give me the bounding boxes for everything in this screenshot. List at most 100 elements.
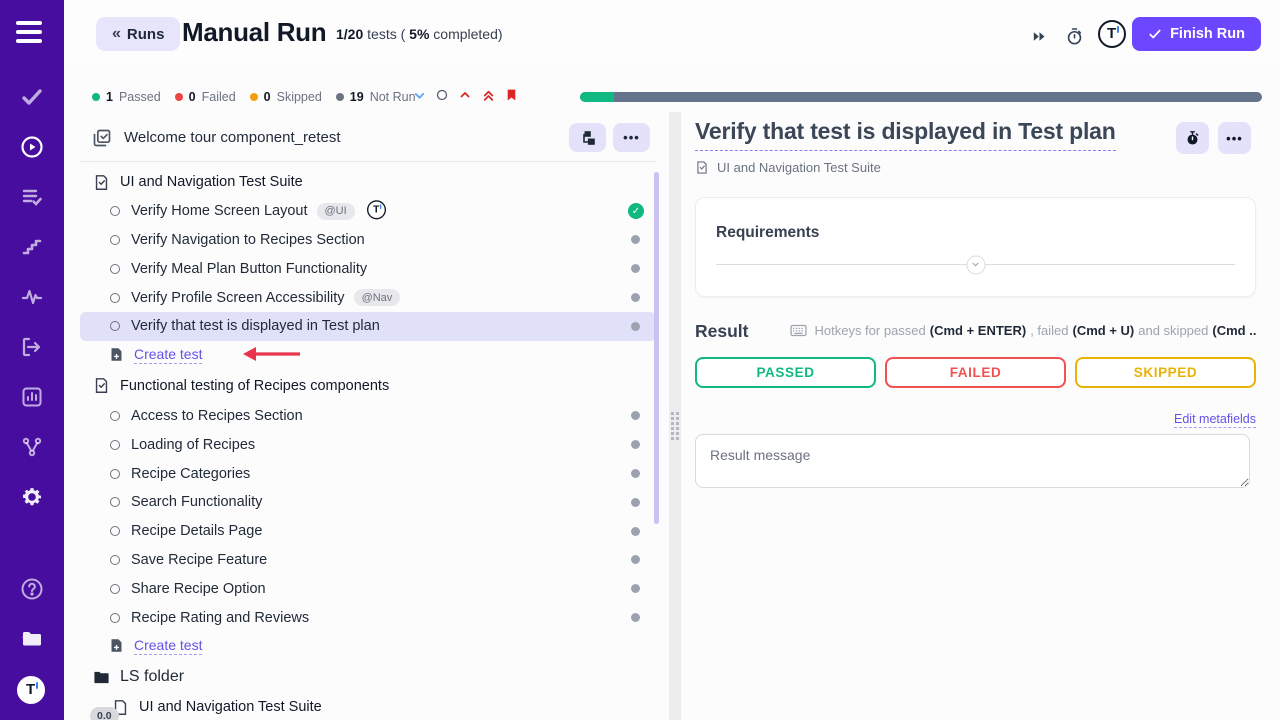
status-notrun-icon (631, 555, 640, 564)
metafields-row: Edit metafields (695, 410, 1256, 428)
suite-row[interactable]: UI and Navigation Test Suite (80, 168, 656, 197)
test-bullet-icon (110, 411, 120, 421)
skipped-dot-icon (250, 93, 258, 101)
activity-icon[interactable] (19, 284, 45, 310)
status-notrun-icon (631, 440, 640, 449)
test-row[interactable]: Verify Home Screen Layout @UI T ✓ (80, 197, 656, 226)
test-title: Search Functionality (131, 494, 262, 510)
runs-button-label: Runs (127, 26, 165, 43)
run-play-icon[interactable] (19, 134, 45, 160)
priority-filter-icons (412, 88, 518, 102)
detail-suite-breadcrumb[interactable]: UI and Navigation Test Suite (695, 160, 1256, 175)
test-bullet-icon (110, 206, 120, 216)
projects-folder-icon[interactable] (19, 626, 45, 652)
create-test-link[interactable]: Create test (134, 346, 202, 364)
stopwatch-filled-icon (1184, 130, 1201, 147)
run-progress-fill (580, 92, 614, 102)
timer-button[interactable] (1176, 122, 1209, 154)
brand-logo-icon[interactable]: T (17, 676, 47, 706)
finish-run-button[interactable]: Finish Run (1132, 17, 1261, 51)
folder-title: LS folder (120, 668, 184, 686)
tree-scrollbar[interactable] (654, 172, 659, 524)
test-title: Verify Meal Plan Button Functionality (131, 261, 367, 277)
test-row[interactable]: Save Recipe Feature (80, 546, 656, 575)
suite-file-check-icon (695, 160, 709, 175)
suite-row-clipped[interactable]: 0.0 UI and Navigation Test Suite (80, 693, 656, 720)
test-row[interactable]: Access to Recipes Section (80, 402, 656, 431)
run-count: 1/20 (336, 26, 363, 42)
skipped-button[interactable]: SKIPPED (1075, 357, 1256, 388)
suite-row[interactable]: Functional testing of Recipes components (80, 370, 656, 402)
test-row[interactable]: Loading of Recipes (80, 430, 656, 459)
test-bullet-icon (110, 584, 120, 594)
test-list-icon[interactable] (19, 184, 45, 210)
test-bullet-icon (110, 235, 120, 245)
test-row[interactable]: Verify Navigation to Recipes Section (80, 226, 656, 255)
run-progress-bar[interactable] (580, 92, 1262, 102)
fast-forward-icon[interactable] (1028, 26, 1050, 48)
app-root: T « Runs Manual Run 1/20 tests ( 5% comp… (0, 0, 1280, 720)
test-row[interactable]: Search Functionality (80, 488, 656, 517)
result-header: Result Hotkeys for passed (Cmd + ENTER) … (695, 321, 1256, 342)
tree-view-button[interactable] (569, 123, 606, 152)
test-row[interactable]: Recipe Rating and Reviews (80, 603, 656, 632)
statusbar: 1Passed 0Failed 0Skipped 19Not Run (64, 86, 1280, 110)
test-row[interactable]: Verify Meal Plan Button Functionality (80, 254, 656, 283)
suite-file-check-icon (93, 377, 110, 394)
import-icon[interactable] (19, 334, 45, 360)
page-title: Manual Run (182, 17, 326, 48)
tag-badge[interactable]: @Nav (354, 289, 401, 306)
status-passed-icon: ✓ (628, 203, 644, 219)
analytics-icon[interactable] (19, 384, 45, 410)
test-row[interactable]: Recipe Categories (80, 459, 656, 488)
menu-icon[interactable] (16, 16, 48, 48)
bookmark-icon[interactable] (504, 88, 518, 102)
suite-title: UI and Navigation Test Suite (139, 699, 322, 715)
test-row[interactable]: Share Recipe Option (80, 574, 656, 603)
collapse-chevron-icon[interactable] (966, 255, 985, 274)
create-test-row[interactable]: Create test (80, 341, 656, 370)
circle-icon[interactable] (435, 88, 449, 102)
double-chevron-left-icon: « (112, 25, 119, 43)
suite-title: UI and Navigation Test Suite (120, 174, 303, 190)
create-test-link[interactable]: Create test (134, 637, 202, 655)
status-notrun-icon (631, 411, 640, 420)
test-detail-title[interactable]: Verify that test is displayed in Test pl… (695, 118, 1116, 151)
tree-more-button[interactable]: ••• (613, 123, 650, 152)
help-icon[interactable] (19, 576, 45, 602)
test-title: Verify Navigation to Recipes Section (131, 232, 365, 248)
sidebar: T (0, 0, 64, 720)
notrun-dot-icon (336, 93, 344, 101)
branches-icon[interactable] (19, 434, 45, 460)
failed-button[interactable]: FAILED (885, 357, 1066, 388)
tag-badge[interactable]: @UI (317, 203, 355, 220)
passed-button[interactable]: PASSED (695, 357, 876, 388)
test-row-selected[interactable]: Verify that test is displayed in Test pl… (80, 312, 656, 341)
status-counts: 1Passed 0Failed 0Skipped 19Not Run (92, 90, 416, 104)
chevron-up-icon[interactable] (458, 88, 472, 102)
testomat-logo-icon[interactable]: T (1098, 20, 1126, 53)
result-message-input[interactable] (695, 434, 1250, 488)
folder-row[interactable]: LS folder (80, 661, 656, 693)
red-arrow-annotation (240, 344, 304, 364)
edit-metafields-link[interactable]: Edit metafields (1174, 412, 1256, 428)
test-row[interactable]: Verify Profile Screen Accessibility @Nav (80, 283, 656, 312)
detail-more-button[interactable]: ••• (1218, 122, 1251, 154)
requirements-title: Requirements (716, 224, 1235, 242)
double-chevron-up-icon[interactable] (481, 88, 495, 102)
panel-resize-handle[interactable] (669, 112, 681, 720)
test-bullet-icon (110, 321, 120, 331)
check-icon[interactable] (19, 84, 45, 110)
failed-count: 0Failed (175, 90, 236, 104)
stopwatch-icon[interactable] (1063, 26, 1085, 48)
test-title: Loading of Recipes (131, 437, 255, 453)
test-row[interactable]: Recipe Details Page (80, 517, 656, 546)
settings-gear-icon[interactable] (19, 484, 45, 510)
steps-icon[interactable] (19, 234, 45, 260)
test-bullet-icon (110, 497, 120, 507)
create-test-row[interactable]: Create test (80, 632, 656, 661)
skipped-count: 0Skipped (250, 90, 322, 104)
chevron-down-icon[interactable] (412, 88, 426, 102)
test-title: Recipe Categories (131, 466, 250, 482)
back-to-runs-button[interactable]: « Runs (96, 17, 180, 51)
